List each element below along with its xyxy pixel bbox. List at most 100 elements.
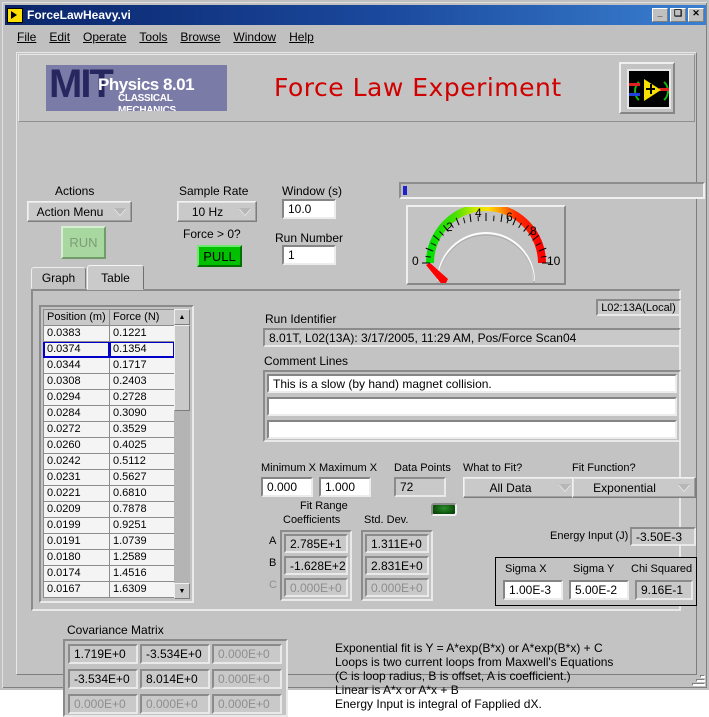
table-scrollbar[interactable]: ▲ ▼: [174, 309, 190, 599]
table-row[interactable]: 0.02940.2728: [44, 390, 175, 406]
cell-position[interactable]: 0.0294: [44, 390, 110, 406]
station-badge: L02:13A(Local): [596, 299, 681, 316]
chi-squared-field: 9.16E-1: [635, 580, 693, 600]
table-row[interactable]: 0.03080.2403: [44, 374, 175, 390]
sample-rate-dropdown[interactable]: 10 Hz: [177, 201, 257, 222]
cell-force[interactable]: 0.1221: [110, 326, 175, 342]
cell-force[interactable]: 0.7878: [110, 502, 175, 518]
cell-force[interactable]: 1.6309: [110, 582, 175, 598]
cell-force[interactable]: 1.2589: [110, 550, 175, 566]
cell-force[interactable]: 0.5627: [110, 470, 175, 486]
sample-rate-value: 10 Hz: [178, 205, 237, 219]
cell-force[interactable]: 0.3529: [110, 422, 175, 438]
cell-position[interactable]: 0.0199: [44, 518, 110, 534]
cell-force[interactable]: 0.2728: [110, 390, 175, 406]
scrollbar-thumb[interactable]: [174, 325, 190, 411]
table-row[interactable]: 0.02310.5627: [44, 470, 175, 486]
stddev-b-value: 2.831E+0: [371, 559, 423, 573]
tab-graph[interactable]: Graph: [31, 267, 86, 289]
cell-position[interactable]: 0.0344: [44, 358, 110, 374]
cell-position[interactable]: 0.0383: [44, 326, 110, 342]
slider-knob[interactable]: [403, 186, 407, 195]
menu-item-operate[interactable]: Operate: [77, 29, 133, 45]
position-slider[interactable]: [399, 182, 705, 199]
window-seconds-input[interactable]: 10.0: [282, 199, 336, 219]
run-button[interactable]: RUN: [61, 226, 106, 259]
sigma-y-input[interactable]: 5.00E-2: [569, 580, 629, 600]
table-row[interactable]: 0.02090.7878: [44, 502, 175, 518]
cell-position[interactable]: 0.0272: [44, 422, 110, 438]
menu-edit-label: Edit: [49, 30, 70, 44]
cell-force[interactable]: 0.4025: [110, 438, 175, 454]
comment-line-1[interactable]: This is a slow (by hand) magnet collisio…: [267, 374, 677, 393]
cell-position[interactable]: 0.0209: [44, 502, 110, 518]
table-row[interactable]: 0.02210.6810: [44, 486, 175, 502]
scrollbar-track[interactable]: [174, 325, 190, 583]
table-row[interactable]: 0.02840.3090: [44, 406, 175, 422]
fit-function-dropdown[interactable]: Exponential: [572, 477, 696, 498]
cell-position[interactable]: 0.0374: [44, 342, 110, 358]
menu-item-tools[interactable]: Tools: [133, 29, 174, 45]
close-button[interactable]: ✕: [688, 8, 704, 22]
cell-force[interactable]: 0.6810: [110, 486, 175, 502]
stddev-c-value: 0.000E+0: [371, 581, 423, 595]
run-number-input[interactable]: 1: [282, 245, 336, 265]
scroll-up-button[interactable]: ▲: [174, 309, 190, 325]
cell-position[interactable]: 0.0284: [44, 406, 110, 422]
cell-position[interactable]: 0.0174: [44, 566, 110, 582]
stddev-header: Std. Dev.: [364, 514, 408, 526]
cell-force[interactable]: 1.0739: [110, 534, 175, 550]
cell-force[interactable]: 0.1717: [110, 358, 175, 374]
cell-force[interactable]: 1.4516: [110, 566, 175, 582]
table-row[interactable]: 0.01990.9251: [44, 518, 175, 534]
table-row[interactable]: 0.03830.1221: [44, 326, 175, 342]
maximum-x-input[interactable]: 1.000: [319, 477, 371, 497]
menu-item-edit[interactable]: Edit: [43, 29, 77, 45]
covariance-cell-value: 0.000E+0: [218, 672, 270, 686]
cell-force[interactable]: 0.1354: [110, 342, 175, 358]
cell-force[interactable]: 0.5112: [110, 454, 175, 470]
cell-position[interactable]: 0.0221: [44, 486, 110, 502]
table-row[interactable]: 0.01741.4516: [44, 566, 175, 582]
table-row[interactable]: 0.03740.1354: [44, 342, 175, 358]
cell-position[interactable]: 0.0180: [44, 550, 110, 566]
cell-force[interactable]: 0.9251: [110, 518, 175, 534]
cell-position[interactable]: 0.0260: [44, 438, 110, 454]
table-row[interactable]: 0.01801.2589: [44, 550, 175, 566]
help-line-2: Loops is two current loops from Maxwell'…: [335, 655, 613, 669]
menu-item-browse[interactable]: Browse: [174, 29, 227, 45]
cell-position[interactable]: 0.0242: [44, 454, 110, 470]
table-row[interactable]: 0.02720.3529: [44, 422, 175, 438]
table-row[interactable]: 0.02420.5112: [44, 454, 175, 470]
cell-position[interactable]: 0.0167: [44, 582, 110, 598]
chevron-down-icon: [678, 484, 690, 491]
force-direction-button[interactable]: PULL: [197, 245, 242, 267]
comment-line-2[interactable]: [267, 397, 677, 416]
cell-position[interactable]: 0.0191: [44, 534, 110, 550]
menu-item-help[interactable]: Help: [283, 29, 321, 45]
maximum-x-value: 1.000: [325, 480, 355, 494]
cell-position[interactable]: 0.0231: [44, 470, 110, 486]
comment-line-3[interactable]: [267, 420, 677, 439]
position-force-table[interactable]: Position (m) Force (N) 0.03830.12210.037…: [43, 309, 175, 598]
maximize-button[interactable]: ❑: [670, 8, 686, 22]
cell-force[interactable]: 0.2403: [110, 374, 175, 390]
resize-grip[interactable]: [691, 672, 705, 686]
table-row[interactable]: 0.03440.1717: [44, 358, 175, 374]
minimum-x-input[interactable]: 0.000: [261, 477, 313, 497]
menu-item-file[interactable]: File: [11, 29, 43, 45]
menu-item-window[interactable]: Window: [227, 29, 283, 45]
scroll-down-button[interactable]: ▼: [174, 583, 190, 599]
sigma-x-input[interactable]: 1.00E-3: [503, 580, 563, 600]
cell-position[interactable]: 0.0308: [44, 374, 110, 390]
table-row[interactable]: 0.01911.0739: [44, 534, 175, 550]
action-menu-dropdown[interactable]: Action Menu: [27, 201, 132, 222]
table-row[interactable]: 0.01671.6309: [44, 582, 175, 598]
cell-force[interactable]: 0.3090: [110, 406, 175, 422]
tab-table[interactable]: Table: [87, 265, 144, 290]
run-number-label: Run Number: [275, 231, 343, 245]
what-to-fit-dropdown[interactable]: All Data: [463, 477, 577, 498]
table-row[interactable]: 0.02600.4025: [44, 438, 175, 454]
minimize-button[interactable]: _: [652, 8, 668, 22]
energy-input-label: Energy Input (J): [550, 530, 628, 542]
